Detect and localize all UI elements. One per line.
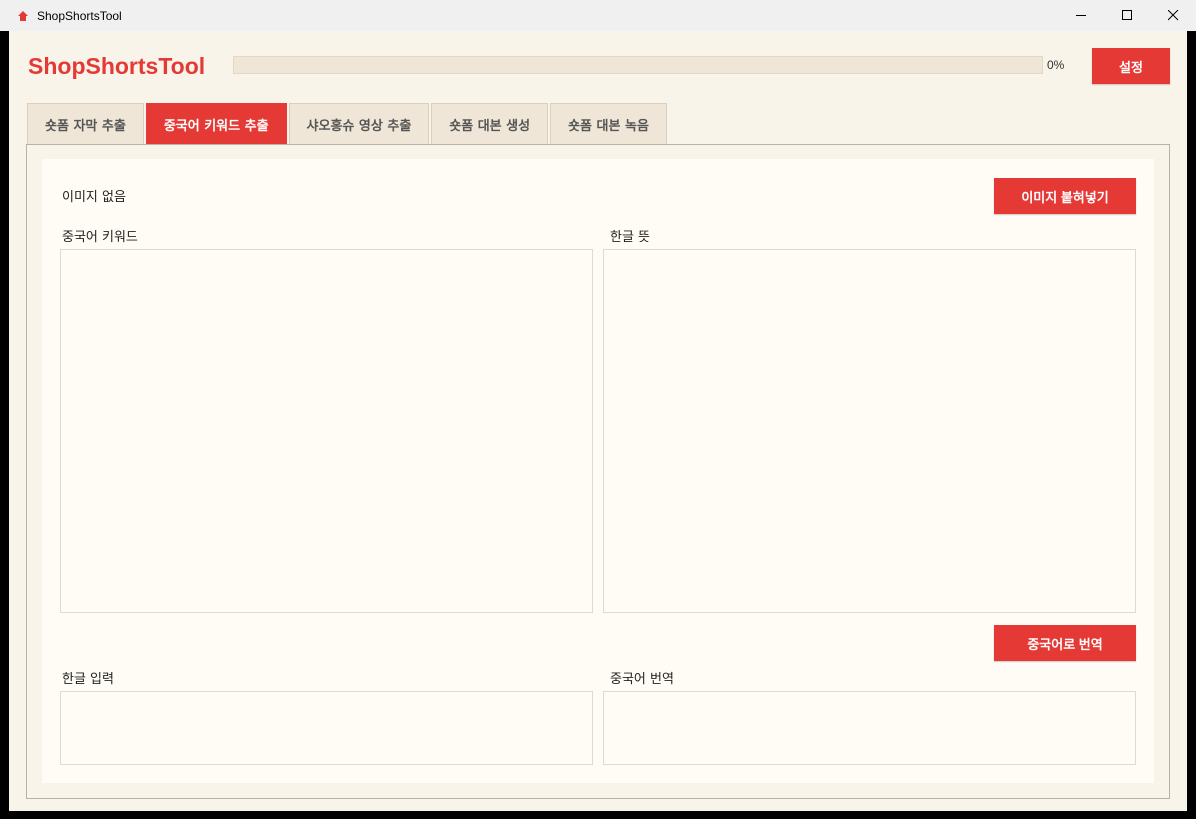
- window-controls: [1058, 0, 1196, 31]
- image-status-label: 이미지 없음: [62, 190, 126, 205]
- window-title: ShopShortsTool: [37, 8, 122, 23]
- tab-chinese-keyword-extract[interactable]: 중국어 키워드 추출: [145, 103, 287, 144]
- paste-image-button[interactable]: 이미지 붙혀넣기: [994, 178, 1136, 214]
- tab-bar: 숏폼 자막 추출 중국어 키워드 추출 샤오홍슈 영상 추출 숏폼 대본 생성 …: [27, 103, 669, 145]
- tab-panel: 이미지 없음 이미지 붙혀넣기 중국어 키워드 한글 뜻 중국어로 번역 한글 …: [26, 144, 1170, 799]
- app-title: ShopShortsTool: [28, 53, 206, 79]
- title-bar: ShopShortsTool: [0, 0, 1196, 31]
- maximize-button[interactable]: [1104, 0, 1150, 31]
- app-window: ShopShortsTool ShopShortsTool 0% 설정 숏폼 자…: [0, 0, 1196, 819]
- translate-to-chinese-button[interactable]: 중국어로 번역: [994, 625, 1136, 661]
- chinese-translation-label: 중국어 번역: [610, 672, 674, 687]
- progress-text: 0%: [1047, 58, 1065, 72]
- tab-shortform-script-record[interactable]: 숏폼 대본 녹음: [550, 103, 667, 144]
- korean-input-textarea[interactable]: [60, 691, 593, 765]
- chinese-keywords-textarea[interactable]: [60, 249, 593, 613]
- chinese-keywords-label: 중국어 키워드: [62, 230, 138, 245]
- close-button[interactable]: [1150, 0, 1196, 31]
- minimize-icon: [1075, 15, 1086, 16]
- tab-content: 이미지 없음 이미지 붙혀넣기 중국어 키워드 한글 뜻 중국어로 번역 한글 …: [42, 159, 1154, 783]
- maximize-icon: [1121, 10, 1132, 20]
- close-icon: [1167, 10, 1178, 21]
- tab-xiaohongshu-video-extract[interactable]: 샤오홍슈 영상 추출: [288, 103, 430, 144]
- progress-bar: [233, 56, 1043, 74]
- chinese-translation-textarea[interactable]: [603, 691, 1136, 765]
- korean-meaning-label: 한글 뜻: [610, 230, 651, 245]
- app-icon: [18, 10, 28, 21]
- settings-button[interactable]: 설정: [1092, 48, 1170, 84]
- tab-shortform-script-generate[interactable]: 숏폼 대본 생성: [431, 103, 549, 144]
- tab-shortform-subtitle-extract[interactable]: 숏폼 자막 추출: [27, 103, 144, 144]
- korean-meaning-textarea[interactable]: [603, 249, 1136, 613]
- korean-input-label: 한글 입력: [62, 672, 114, 687]
- minimize-button[interactable]: [1058, 0, 1104, 31]
- app-client-area: ShopShortsTool 0% 설정 숏폼 자막 추출 중국어 키워드 추출…: [9, 31, 1187, 811]
